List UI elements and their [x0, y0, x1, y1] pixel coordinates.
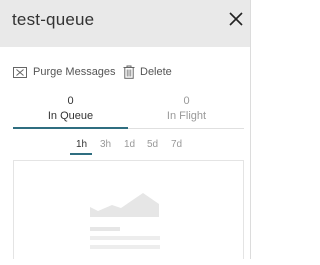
- close-icon: [229, 12, 243, 26]
- panel-header: test-queue: [0, 0, 250, 47]
- purge-icon: [13, 66, 27, 78]
- range-1h[interactable]: 1h: [76, 139, 87, 150]
- panel-border: [250, 0, 251, 259]
- queue-detail-panel: test-queue Purge Messages Delete 0 In Qu…: [0, 0, 254, 259]
- active-range-indicator: [70, 153, 92, 155]
- delete-label: Delete: [140, 66, 172, 78]
- range-7d[interactable]: 7d: [171, 139, 182, 150]
- trash-icon: [123, 65, 135, 79]
- active-tab-indicator: [13, 127, 128, 129]
- chart-placeholder: [13, 160, 244, 259]
- queue-tabs: 0 In Queue 0 In Flight: [13, 94, 244, 130]
- in-queue-count: 0: [67, 95, 74, 107]
- queue-title: test-queue: [12, 10, 95, 29]
- tab-in-flight[interactable]: 0 In Flight: [129, 94, 244, 128]
- purge-messages-label: Purge Messages: [33, 66, 116, 78]
- close-button[interactable]: [227, 10, 245, 28]
- range-5d[interactable]: 5d: [147, 139, 158, 150]
- chart-placeholder-illustration: [90, 193, 160, 249]
- delete-button[interactable]: Delete: [123, 62, 172, 82]
- range-3h[interactable]: 3h: [100, 139, 111, 150]
- in-queue-label: In Queue: [47, 110, 94, 122]
- range-1d[interactable]: 1d: [124, 139, 135, 150]
- purge-messages-button[interactable]: Purge Messages: [13, 62, 116, 82]
- action-bar: Purge Messages Delete: [0, 62, 250, 82]
- in-flight-label: In Flight: [166, 110, 207, 122]
- tab-in-queue[interactable]: 0 In Queue: [13, 94, 128, 128]
- in-flight-count: 0: [183, 95, 190, 107]
